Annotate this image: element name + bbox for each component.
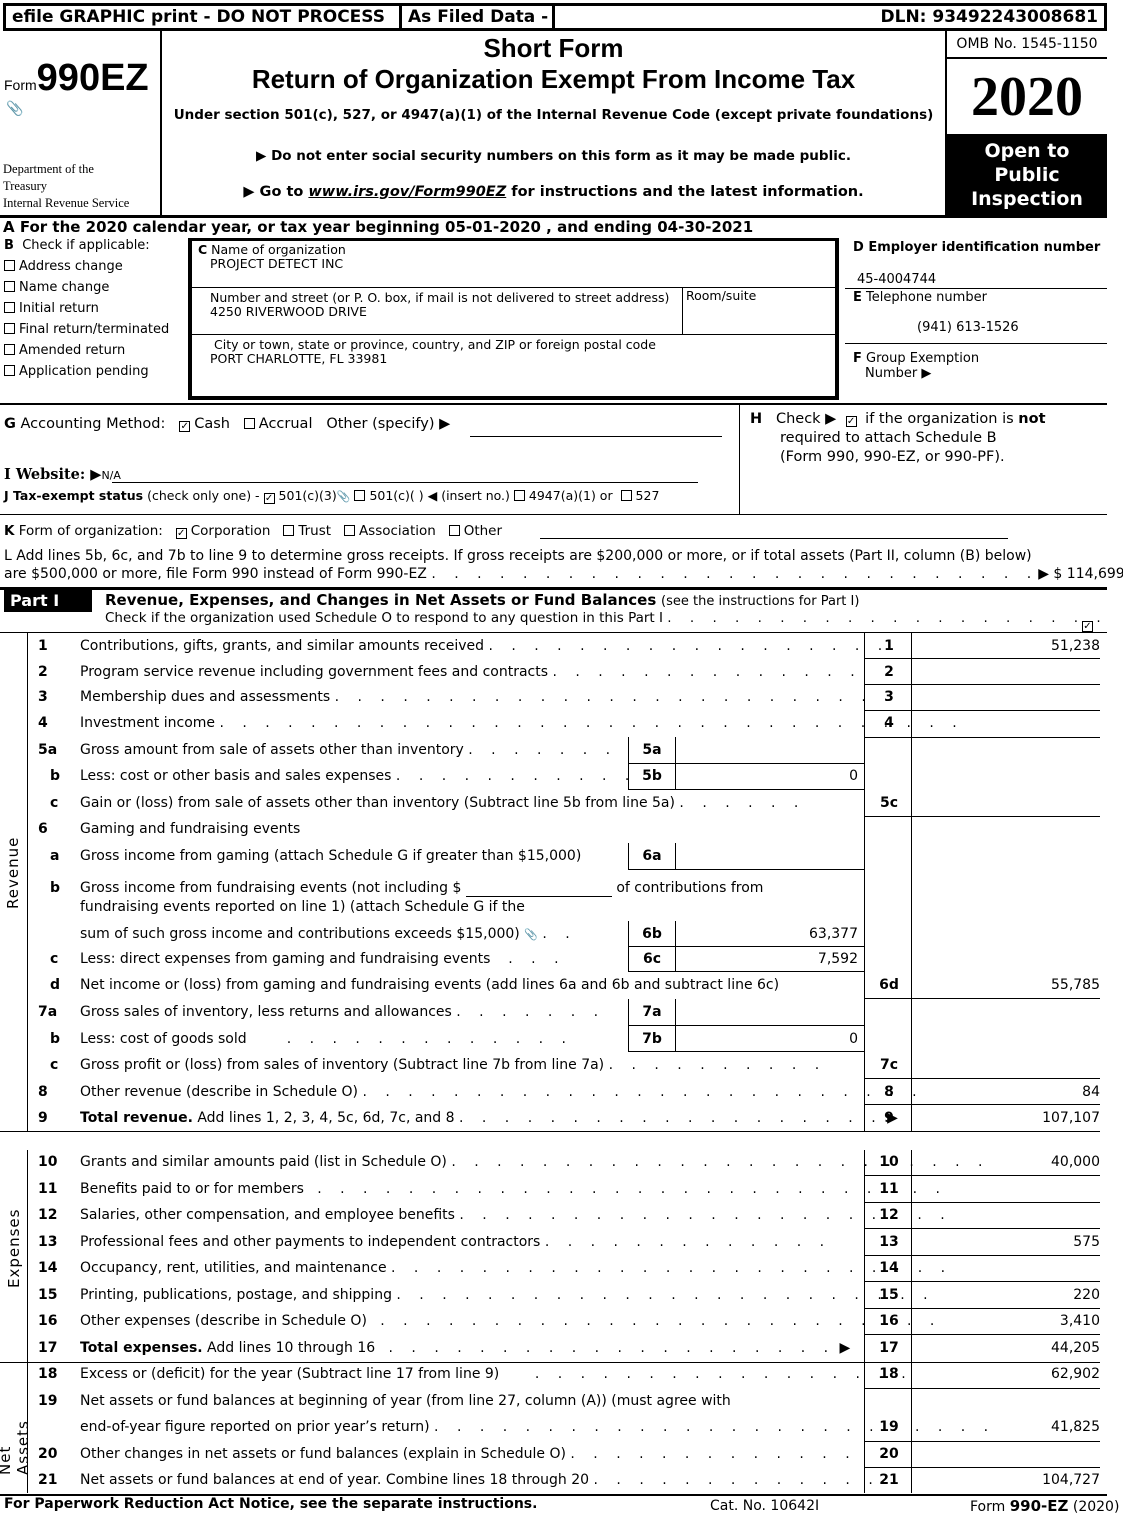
side-label-expenses: Expenses	[5, 1208, 23, 1288]
checkbox-schedule-o[interactable]: ✓	[1082, 621, 1093, 632]
irs-link[interactable]: www.irs.gov/Form990EZ	[308, 184, 506, 200]
org-street: 4250 RIVERWOOD DRIVE	[210, 304, 367, 319]
dln-number: DLN: 93492243008681	[880, 7, 1099, 27]
line-1-value[interactable]: 51,238	[912, 638, 1100, 654]
checkbox-icon	[4, 344, 15, 355]
checkbox-association[interactable]: Association	[343, 523, 436, 539]
line-18-value[interactable]: 62,902	[912, 1366, 1100, 1382]
attachment-icon: 📎	[336, 490, 351, 503]
line-9-value[interactable]: 107,107	[912, 1110, 1100, 1126]
checkbox-final-return[interactable]: Final return/terminated	[4, 322, 169, 343]
checkbox-initial-return[interactable]: Initial return	[4, 301, 169, 322]
website-value: N/A	[101, 469, 121, 482]
attachment-icon: 📎	[524, 928, 538, 941]
title-short: Short Form	[483, 33, 624, 63]
line-6c-value[interactable]: 7,592	[676, 951, 858, 967]
part-title: Revenue, Expenses, and Changes in Net As…	[105, 591, 860, 609]
schedule-o-check: Check if the organization used Schedule …	[105, 610, 1108, 626]
tax-exempt-status: J Tax-exempt status (check only one) - ✓…	[4, 488, 660, 504]
contributions-field[interactable]	[465, 880, 612, 897]
attachment-icon: 📎	[6, 101, 24, 117]
side-label-revenue: Revenue	[4, 836, 22, 909]
line-8-value[interactable]: 84	[912, 1084, 1100, 1100]
org-name: PROJECT DETECT INC	[210, 256, 344, 271]
form-of-organization: K Form of organization: ✓ Corporation Tru…	[4, 523, 503, 539]
gross-receipts-line: L Add lines 5b, 6c, and 7b to line 9 to …	[4, 548, 1123, 582]
as-filed-label: As Filed Data -	[402, 6, 555, 28]
department: Department of the Treasury Internal Reve…	[3, 162, 130, 210]
checkbox-icon	[4, 365, 15, 376]
efile-banner: efile GRAPHIC print - DO NOT PROCESS As …	[3, 3, 1107, 31]
form-footer-id: Form 990-EZ (2020)	[970, 1497, 1120, 1515]
tax-year-line: A For the 2020 calendar year, or tax yea…	[3, 218, 754, 236]
checkbox-501c3[interactable]: ✓ 501(c)(3)	[263, 488, 337, 504]
checkbox-527[interactable]: 527	[620, 488, 659, 503]
telephone-value: (941) 613-1526	[917, 320, 1019, 335]
part-label: Part I	[4, 590, 92, 612]
box-b-check-applicable: B Check if applicable: Address change Na…	[4, 238, 169, 385]
gross-receipts-value: ▶ $ 114,699	[1038, 566, 1123, 582]
title-cell: Short Form Return of Organization Exempt…	[162, 31, 945, 218]
ein-value: 45-4004744	[857, 272, 937, 287]
title-main: Return of Organization Exempt From Incom…	[251, 64, 856, 94]
form-header: Form990EZ 📎 Department of the Treasury I…	[0, 31, 1107, 218]
schedule-b-check: H Check ▶ ✓ if the organization is not r…	[750, 411, 1046, 465]
line-19-value[interactable]: 41,825	[912, 1419, 1100, 1435]
checkbox-cash[interactable]: ✓ Cash	[179, 416, 230, 432]
tax-year: 2020	[971, 66, 1083, 128]
checkbox-other[interactable]: Other	[448, 523, 502, 539]
checkbox-amended-return[interactable]: Amended return	[4, 343, 169, 364]
checkbox-schedule-b[interactable]: ✓	[845, 416, 857, 427]
line-5b-value[interactable]: 0	[676, 768, 858, 784]
line-6b-value[interactable]: 63,377	[676, 926, 858, 942]
year-cell: OMB No. 1545-1150 2020 Open to Public In…	[945, 31, 1107, 218]
city-label: City or town, state or province, country…	[214, 337, 656, 352]
ein-label: D Employer identification number	[853, 240, 1101, 255]
website-line: I Website: ▶N/A	[4, 466, 121, 483]
catalog-number: Cat. No. 10642I	[710, 1498, 820, 1514]
checkbox-icon	[4, 281, 15, 292]
paperwork-notice: For Paperwork Reduction Act Notice, see …	[4, 1496, 538, 1512]
boxes-d-e-f: D Employer identification number 45-4004…	[845, 238, 1107, 402]
line-16-value[interactable]: 3,410	[912, 1313, 1100, 1329]
arrow-right-icon: ▶	[839, 1340, 851, 1356]
checkbox-address-change[interactable]: Address change	[4, 259, 169, 280]
checkbox-corporation[interactable]: ✓ Corporation	[175, 523, 270, 539]
efile-notice: efile GRAPHIC print - DO NOT PROCESS	[6, 6, 402, 28]
form-number: Form990EZ	[4, 57, 149, 99]
line-17-value[interactable]: 44,205	[912, 1340, 1100, 1356]
line-6d-value[interactable]: 55,785	[912, 977, 1100, 993]
other-method-field[interactable]	[470, 436, 722, 437]
line-21-value[interactable]: 104,727	[912, 1472, 1100, 1488]
form-id-cell: Form990EZ 📎 Department of the Treasury I…	[0, 31, 162, 218]
accounting-method: G Accounting Method: ✓ Cash Accrual Other…	[4, 416, 451, 432]
checkbox-4947[interactable]: 4947(a)(1) or	[513, 488, 613, 503]
checkbox-name-change[interactable]: Name change	[4, 280, 169, 301]
side-label-net-assets: Net Assets	[0, 1420, 32, 1475]
line-13-value[interactable]: 575	[912, 1234, 1100, 1250]
line-10-value[interactable]: 40,000	[912, 1154, 1100, 1170]
checkbox-icon	[4, 260, 15, 271]
subtitle: Under section 501(c), 527, or 4947(a)(1)…	[173, 107, 934, 123]
ssn-notice: ▶ Do not enter social security numbers o…	[256, 148, 851, 164]
checkbox-icon	[4, 323, 15, 334]
line-15-value[interactable]: 220	[912, 1287, 1100, 1303]
checkbox-accrual[interactable]: Accrual	[243, 416, 312, 432]
checkbox-trust[interactable]: Trust	[283, 523, 331, 539]
checkbox-icon	[4, 302, 15, 313]
omb-number: OMB No. 1545-1150	[947, 31, 1107, 59]
open-to-public-badge: Open to Public Inspection	[947, 134, 1107, 218]
line-7b-value[interactable]: 0	[676, 1031, 858, 1047]
group-exemption-number: Number ▶	[865, 366, 932, 381]
org-city: PORT CHARLOTTE, FL 33981	[210, 351, 388, 366]
checkbox-application-pending[interactable]: Application pending	[4, 364, 169, 385]
checkbox-501c[interactable]: 501(c)( ) ◀ (insert no.)	[354, 488, 510, 503]
box-c-organization: C Name of organization PROJECT DETECT IN…	[188, 238, 839, 400]
goto-instructions: ▶ Go to www.irs.gov/Form990EZ for instru…	[243, 184, 864, 200]
